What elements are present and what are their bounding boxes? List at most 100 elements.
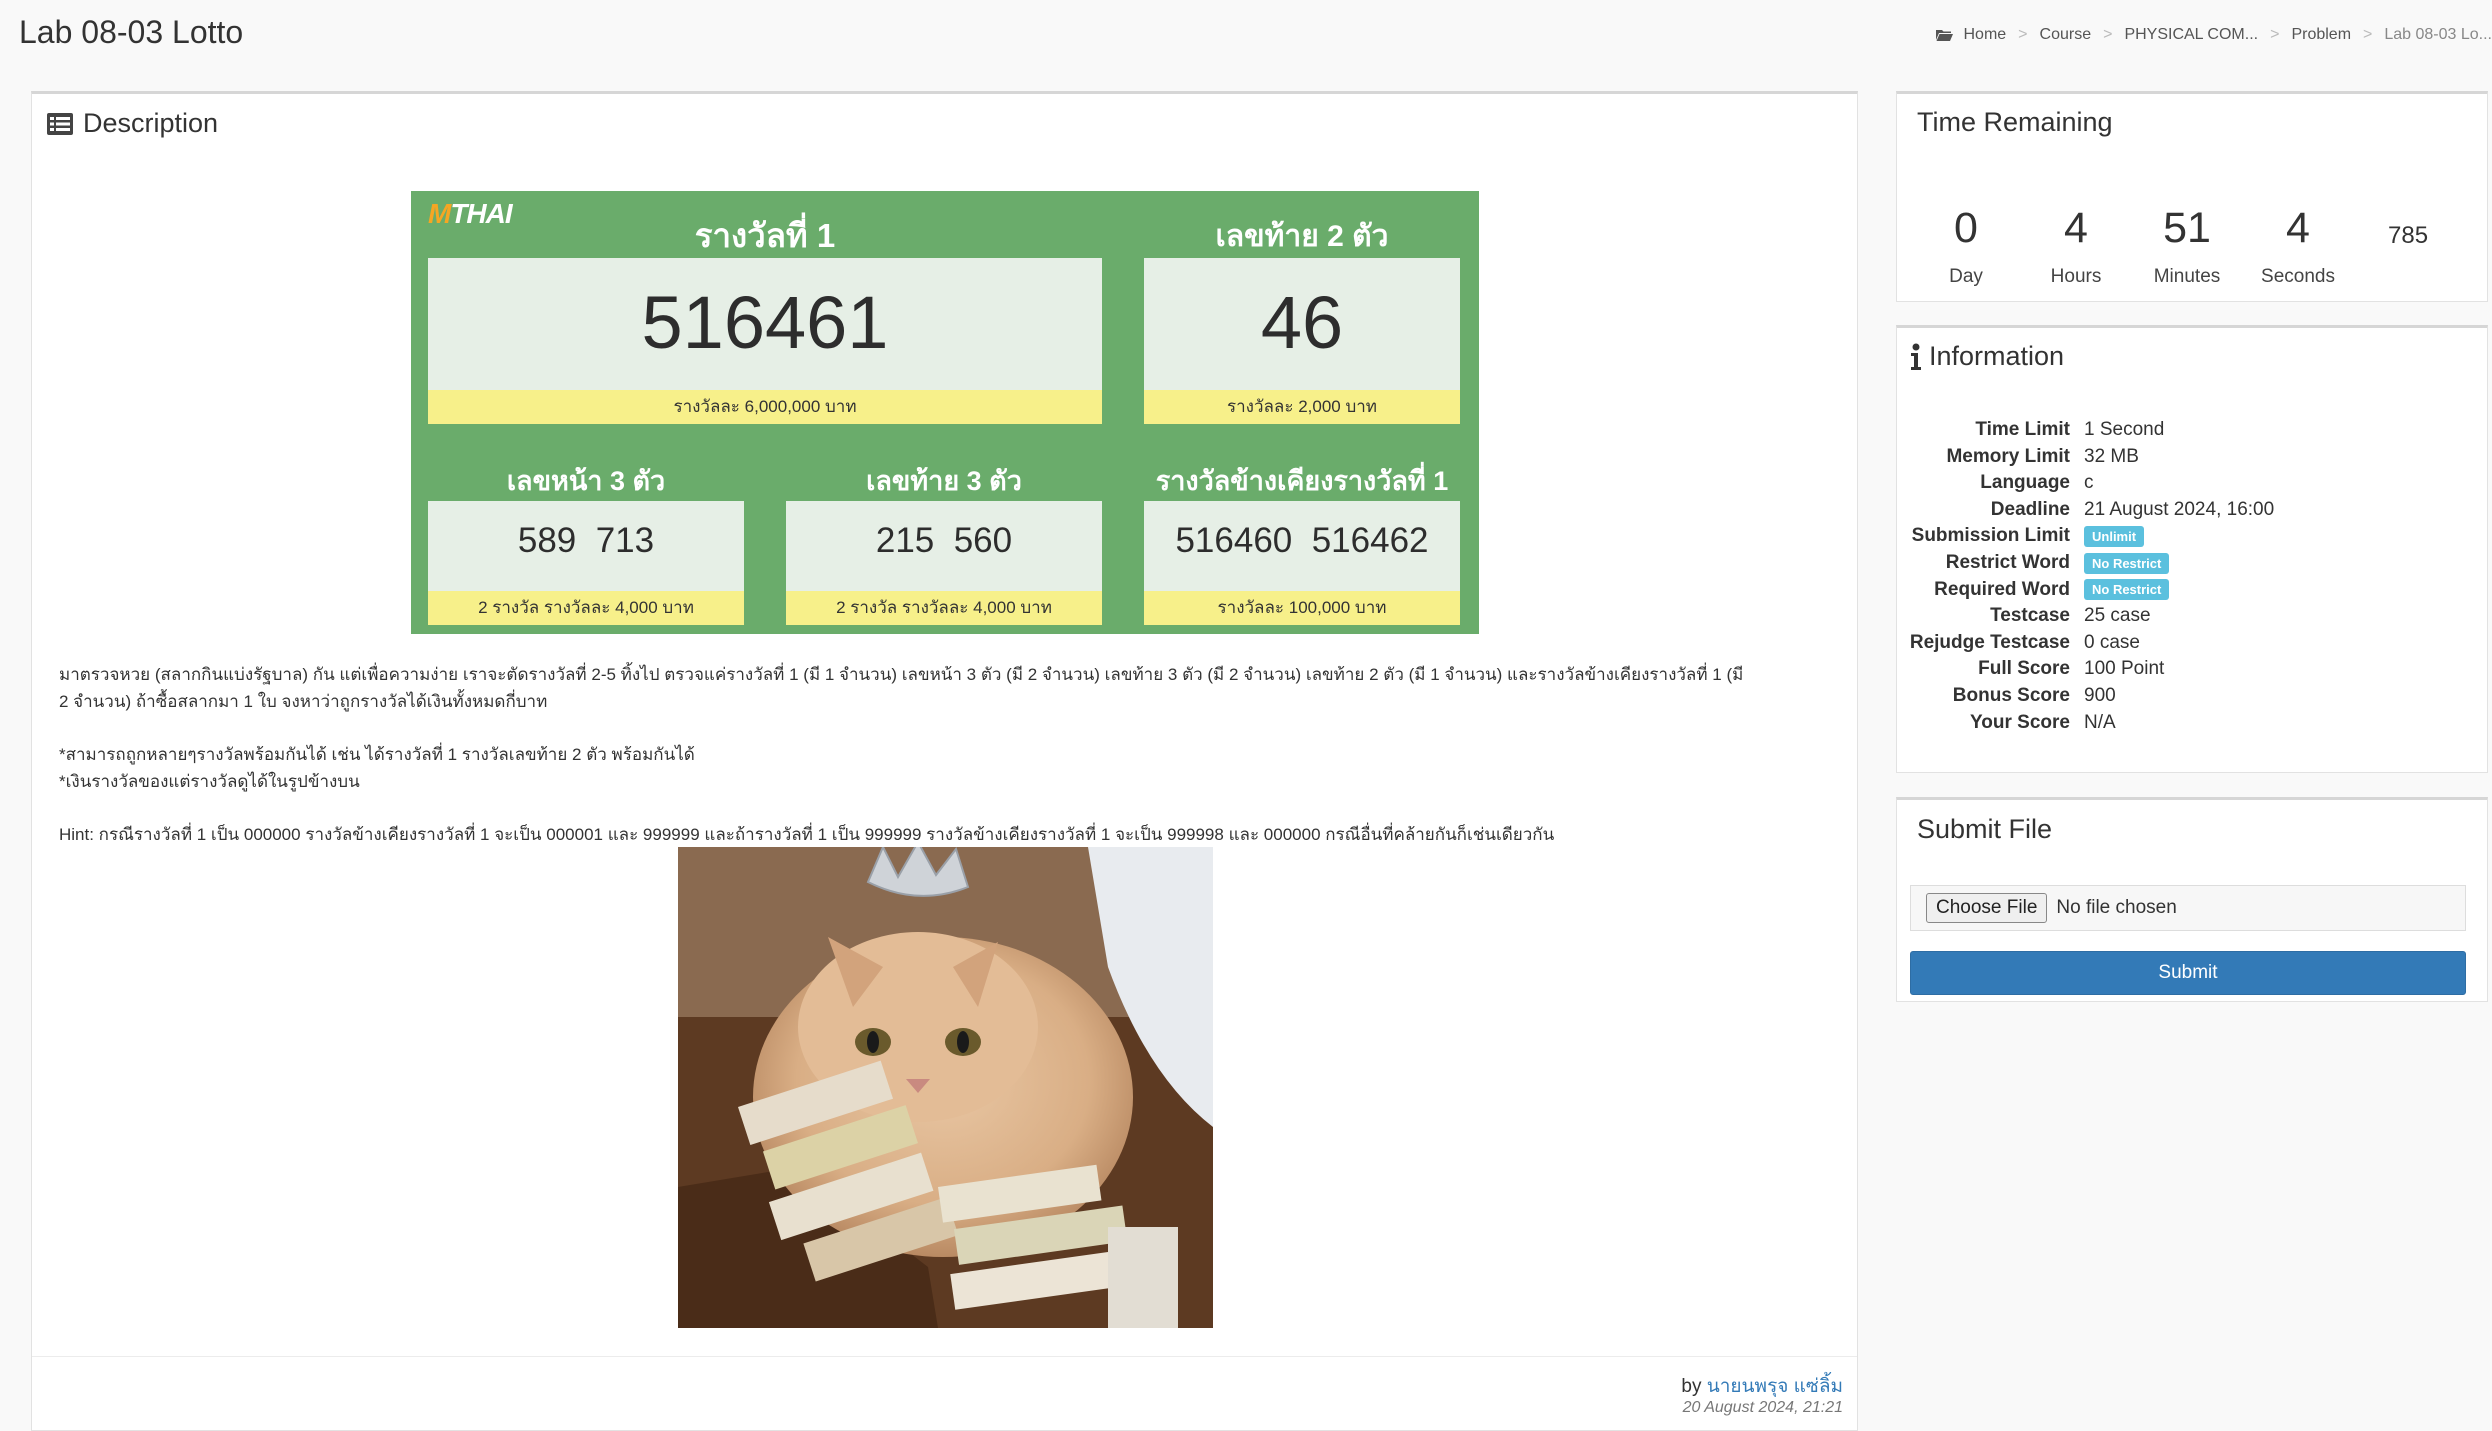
countdown-seconds: 4 Seconds <box>2258 204 2338 288</box>
info-key: Time Limit <box>1975 419 2070 440</box>
info-row: Required Word No Restrict <box>1897 577 2170 603</box>
info-badge: No Restrict <box>2084 552 2170 574</box>
front3-title: เลขหน้า 3 ตัว <box>506 466 666 496</box>
info-row: Time Limit 1 Second <box>1897 417 2164 443</box>
breadcrumb-separator: > <box>2270 26 2280 43</box>
back3-numbers: 215 560 <box>875 521 1013 560</box>
by-label: by <box>1681 1376 1702 1397</box>
description-line-2: 2 จำนวน) ถ้าซื้อสลากมา 1 ใบ จงหาว่าถูกรา… <box>59 692 548 711</box>
information-title: Information <box>1910 341 2064 372</box>
info-row: Restrict Word No Restrict <box>1897 550 2170 576</box>
countdown-minutes: 51 Minutes <box>2147 204 2227 288</box>
author-line: by นายนพรุจ แซ่ลิ้ม <box>1681 1371 1843 1401</box>
countdown-days: 0 Day <box>1926 204 2006 288</box>
breadcrumb-problem[interactable]: Problem <box>2291 26 2351 44</box>
info-row: Memory Limit 32 MB <box>1897 444 2139 470</box>
time-remaining-title: Time Remaining <box>1917 107 2113 137</box>
post-date: 20 August 2024, 21:21 <box>1682 1399 1843 1416</box>
info-row: Rejudge Testcase 0 case <box>1897 630 2140 656</box>
last2-reward: รางวัลละ 2,000 บาท <box>1144 390 1460 424</box>
hours-value: 4 <box>2064 204 2088 252</box>
first-prize-box: 516461 รางวัลละ 6,000,000 บาท <box>428 258 1102 424</box>
near-prize-reward: รางวัลละ 100,000 บาท <box>1144 591 1460 625</box>
file-input[interactable]: Choose File No file chosen <box>1910 885 2466 931</box>
front3-numbers: 589 713 <box>517 521 655 560</box>
info-key: Rejudge Testcase <box>1909 631 2070 653</box>
file-name-label: No file chosen <box>2056 897 2177 918</box>
info-row: Bonus Score 900 <box>1897 683 2116 709</box>
info-key: Restrict Word <box>1945 552 2070 573</box>
minutes-value: 51 <box>2163 204 2211 252</box>
info-key: Language <box>1980 472 2070 494</box>
cat-with-tiara-image <box>678 847 1213 1328</box>
first-prize-reward: รางวัลละ 6,000,000 บาท <box>428 390 1102 424</box>
info-value: 32 MB <box>2084 445 2139 467</box>
breadcrumb: Home > Course > PHYSICAL COM... > Proble… <box>1936 26 2492 44</box>
submit-file-title: Submit File <box>1917 814 2053 844</box>
info-row: Your Score N/A <box>1897 710 2116 736</box>
info-key: Deadline <box>1990 498 2070 520</box>
days-value: 0 <box>1954 204 1978 252</box>
list-icon <box>47 112 73 135</box>
last2-title: เลขท้าย 2 ตัว <box>1215 220 1389 253</box>
near-prize-box: 516460 516462 รางวัลละ 100,000 บาท <box>1144 501 1460 625</box>
info-badge: No Restrict <box>2084 579 2170 601</box>
near-prize-numbers: 516460 516462 <box>1175 521 1429 560</box>
author-link[interactable]: นายนพรุจ แซ่ลิ้ม <box>1707 1376 1843 1397</box>
information-title-text: Information <box>1929 341 2065 371</box>
breadcrumb-home[interactable]: Home <box>1963 26 2006 44</box>
breadcrumb-course[interactable]: Course <box>2040 26 2092 44</box>
information-panel: Information Time Limit 1 Second Memory Lim… <box>1896 325 2488 773</box>
last2-number: 46 <box>1260 281 1344 364</box>
time-remaining-panel: Time Remaining 0 Day 4 Hours 51 Minutes … <box>1896 91 2488 302</box>
hours-label: Hours <box>2050 266 2102 287</box>
info-value: N/A <box>2084 711 2116 733</box>
last2-box: 46 รางวัลละ 2,000 บาท <box>1144 258 1460 424</box>
breadcrumb-physical-com[interactable]: PHYSICAL COM... <box>2124 26 2258 44</box>
first-prize-number: 516461 <box>641 281 889 364</box>
days-label: Day <box>1949 266 1983 287</box>
near-prize-title: รางวัลข้างเคียงรางวัลที่ 1 <box>1155 466 1449 496</box>
description-title: Description <box>47 108 218 139</box>
back3-box: 215 560 2 รางวัล รางวัลละ 4,000 บาท <box>786 501 1102 625</box>
front3-reward: 2 รางวัล รางวัลละ 4,000 บาท <box>428 591 744 625</box>
first-prize-title: รางวัลที่ 1 <box>694 217 836 254</box>
info-key: Bonus Score <box>1952 685 2070 706</box>
description-line-1: มาตรวจหวย (สลากกินแบ่งรัฐบาล) กัน แต่เพื… <box>59 665 1744 684</box>
breadcrumb-current: Lab 08-03 Lo... <box>2384 26 2492 43</box>
note-multiple-prizes: *สามารถถูกหลายๆรางวัลพร้อมกันได้ เช่น ได… <box>59 745 695 764</box>
breadcrumb-separator: > <box>2018 26 2028 43</box>
info-key: Required Word <box>1934 578 2070 600</box>
info-value: 100 Point <box>2084 658 2165 680</box>
minutes-label: Minutes <box>2153 266 2221 287</box>
description-panel: Description MTHAI รางวัลที่ 1 516461 ราง… <box>31 91 1858 1431</box>
info-key: Your Score <box>1970 711 2070 733</box>
seconds-value: 4 <box>2286 204 2310 252</box>
info-key: Testcase <box>1990 605 2070 627</box>
info-value: 900 <box>2084 685 2116 706</box>
info-value: 21 August 2024, 16:00 <box>2084 498 2275 520</box>
submit-button[interactable]: Submit <box>1910 951 2466 995</box>
panel-divider <box>32 1356 1857 1357</box>
info-row: Full Score 100 Point <box>1897 656 2164 682</box>
info-key: Full Score <box>1978 658 2070 680</box>
info-value: 1 Second <box>2084 419 2165 440</box>
description-notes: *สามารถถูกหลายๆรางวัลพร้อมกันได้ เช่น ได… <box>59 741 695 795</box>
info-row: Testcase 25 case <box>1897 603 2151 629</box>
info-row: Language c <box>1897 470 2094 496</box>
milliseconds-value: 785 <box>2388 222 2429 249</box>
info-value: c <box>2084 472 2094 494</box>
seconds-label: Seconds <box>2261 266 2335 287</box>
info-value: 25 case <box>2084 605 2151 627</box>
breadcrumb-separator: > <box>2103 26 2113 43</box>
folder-icon <box>1936 30 1954 41</box>
page-title: Lab 08-03 Lotto <box>19 14 244 50</box>
info-badge: Unlimit <box>2084 525 2145 547</box>
info-value: 0 case <box>2084 631 2140 653</box>
info-row: Submission Limit Unlimit <box>1897 523 2145 549</box>
front3-box: 589 713 2 รางวัล รางวัลละ 4,000 บาท <box>428 501 744 625</box>
note-prize-money: *เงินรางวัลของแต่รางวัลดูได้ในรูปข้างบน <box>59 772 360 791</box>
choose-file-button[interactable]: Choose File <box>1926 893 2048 923</box>
submit-file-panel: Submit File Choose File No file chosen S… <box>1896 797 2488 1002</box>
back3-reward: 2 รางวัล รางวัลละ 4,000 บาท <box>786 591 1102 625</box>
